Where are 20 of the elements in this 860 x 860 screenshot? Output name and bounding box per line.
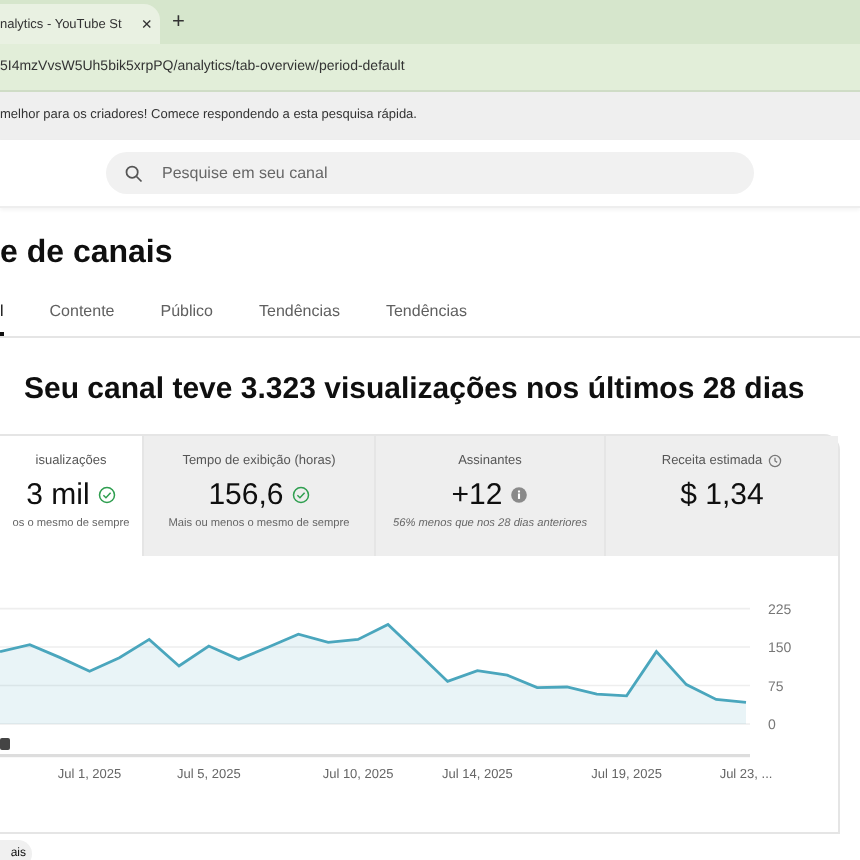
check-circle-icon — [97, 485, 116, 503]
search-icon — [124, 163, 144, 183]
section-tab[interactable]: Público — [160, 302, 213, 336]
info-icon — [510, 485, 529, 503]
headline: Seu canal teve 3.323 visualizações nos últimos 28 dias — [24, 372, 807, 406]
marker-icon — [0, 738, 10, 750]
section-tab[interactable]: Contente — [49, 302, 115, 336]
check-circle-icon — [291, 485, 310, 503]
metric-value: 3 mil — [26, 477, 90, 511]
metric-value: +12 — [451, 477, 503, 511]
new-tab-button[interactable]: + — [172, 10, 185, 44]
close-tab-button[interactable]: × — [141, 14, 152, 34]
search-field[interactable]: Pesquise em seu canal — [106, 152, 754, 194]
section-tab[interactable]: l — [0, 302, 4, 336]
clock-icon — [768, 454, 783, 468]
section-tab[interactable]: Tendências — [259, 302, 340, 336]
metric-value: 156,6 — [208, 477, 284, 511]
metric-value: $ 1,34 — [680, 477, 764, 511]
page-title: e de canais — [0, 236, 175, 274]
section-tab[interactable]: Tendências — [385, 302, 467, 336]
